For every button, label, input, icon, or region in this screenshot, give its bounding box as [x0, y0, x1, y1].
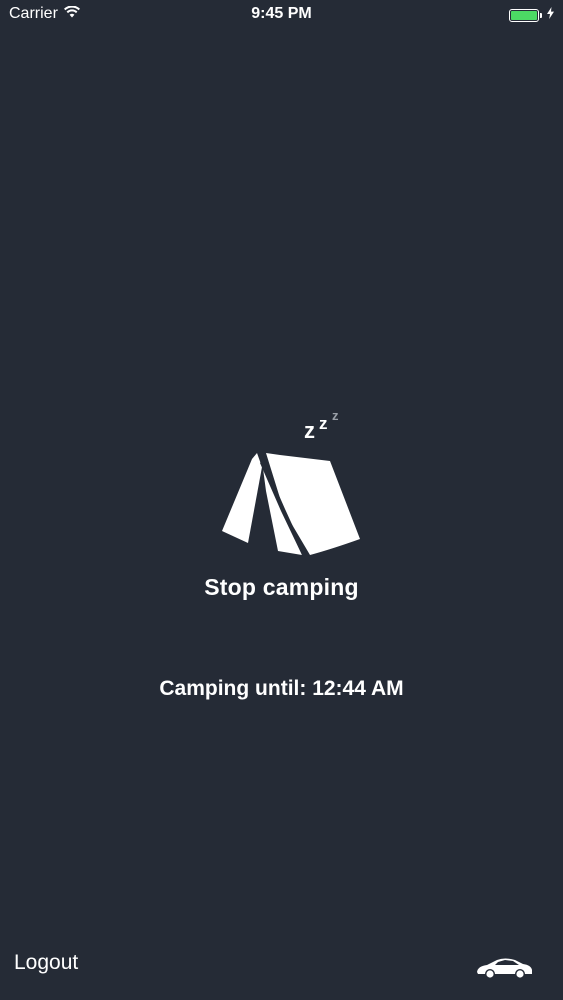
car-icon [475, 958, 535, 985]
charging-bolt-icon [547, 6, 554, 24]
car-button[interactable] [475, 955, 535, 981]
app-screen: Carrier 9:45 PM z z z Stop camping Campi… [0, 0, 563, 1000]
stop-camping-button[interactable]: z z z Stop camping [0, 398, 563, 608]
status-time: 9:45 PM [251, 5, 312, 22]
svg-text:z: z [319, 414, 328, 433]
zzz-icon: z z z [302, 402, 350, 447]
tent-graphic: z z z [192, 398, 372, 560]
stop-camping-label: Stop camping [204, 574, 359, 600]
status-bar: Carrier 9:45 PM [0, 0, 563, 30]
svg-text:z: z [332, 408, 339, 423]
svg-text:z: z [304, 418, 315, 442]
status-right [509, 6, 554, 24]
battery-fill [511, 10, 537, 20]
tent-icon [221, 451, 362, 562]
logout-button[interactable]: Logout [14, 951, 78, 975]
camping-until-text: Camping until: 12:44 AM [159, 677, 404, 700]
battery-icon [509, 8, 542, 22]
